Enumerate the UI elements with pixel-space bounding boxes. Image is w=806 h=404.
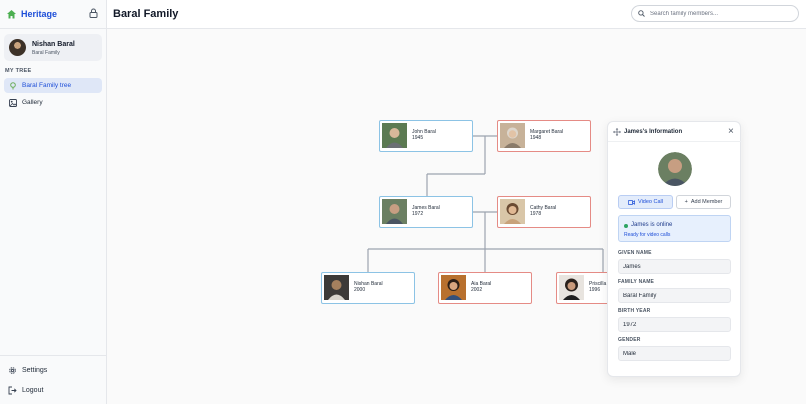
move-icon[interactable]: [613, 128, 621, 136]
sidebar-item-label: Gallery: [22, 99, 43, 106]
person-year: 1972: [412, 211, 424, 217]
divider: [0, 355, 107, 356]
page-title: Baral Family: [113, 8, 179, 20]
search-input[interactable]: [650, 10, 790, 17]
add-member-label: Add Member: [690, 199, 723, 205]
given-name-field[interactable]: [618, 259, 731, 274]
sidebar-item-family-tree[interactable]: Baral Family tree: [4, 78, 102, 93]
logout-icon: [8, 386, 17, 395]
person-photo: [559, 275, 584, 300]
logout-button[interactable]: Logout: [4, 383, 102, 398]
person-node-cathy[interactable]: Cathy Baral 1978: [497, 196, 591, 228]
family-name-label: FAMILY NAME: [618, 279, 655, 285]
video-camera-icon: [628, 199, 635, 205]
person-photo: [441, 275, 466, 300]
plus-icon: +: [684, 199, 688, 205]
family-name-field[interactable]: [618, 288, 731, 303]
gender-field[interactable]: [618, 346, 731, 361]
gear-icon: [9, 367, 16, 374]
user-subtitle: Baral Family: [32, 50, 60, 56]
video-call-label: Video Call: [638, 199, 663, 205]
brand-name: Heritage: [21, 9, 58, 19]
person-photo: [500, 123, 525, 148]
settings-button[interactable]: Settings: [4, 363, 102, 378]
divider: [0, 28, 107, 29]
online-status-text: James is online: [631, 222, 673, 228]
gender-label: GENDER: [618, 337, 641, 343]
video-call-button[interactable]: Video Call: [618, 195, 673, 209]
person-year: 1978: [530, 211, 542, 217]
add-member-button[interactable]: + Add Member: [676, 195, 731, 209]
online-status-subtext: Ready for video calls: [624, 232, 671, 238]
person-info-panel: James's Information × Video Call + Add M…: [607, 121, 742, 377]
tree-icon: [10, 81, 16, 89]
person-photo: [382, 199, 407, 224]
sidebar-item-gallery[interactable]: Gallery: [4, 95, 102, 110]
person-node-aia[interactable]: Aia Baral 2002: [438, 272, 532, 304]
search-box[interactable]: [631, 5, 799, 22]
person-year: 1948: [530, 135, 542, 141]
lock-icon[interactable]: [89, 8, 98, 18]
person-node-james[interactable]: James Baral 1972: [379, 196, 473, 228]
given-name-label: GIVEN NAME: [618, 250, 652, 256]
panel-title: James's Information: [624, 129, 683, 135]
tree-canvas[interactable]: John Baral 1945 Margaret Baral 1948 Jame…: [107, 29, 806, 404]
person-year: 2000: [354, 287, 366, 293]
person-photo-large: [658, 152, 692, 186]
person-photo: [324, 275, 349, 300]
birth-year-field[interactable]: [618, 317, 731, 332]
brand[interactable]: Heritage: [6, 7, 57, 21]
user-name: Nishan Baral: [32, 41, 75, 48]
close-icon[interactable]: ×: [728, 127, 734, 137]
person-photo: [382, 123, 407, 148]
logout-label: Logout: [22, 387, 44, 394]
person-node-john[interactable]: John Baral 1945: [379, 120, 473, 152]
person-node-margaret[interactable]: Margaret Baral 1948: [497, 120, 591, 152]
online-status-box: James is online Ready for video calls: [618, 215, 731, 242]
sidebar-item-label: Baral Family tree: [22, 82, 72, 89]
header: Baral Family: [107, 0, 806, 29]
avatar: [9, 39, 26, 56]
sidebar: Heritage Nishan Baral Baral Family MY TR…: [0, 0, 107, 404]
image-icon: [9, 98, 17, 107]
person-node-nishan[interactable]: Nishan Baral 2000: [321, 272, 415, 304]
search-icon: [638, 10, 645, 17]
section-label: MY TREE: [5, 68, 32, 74]
birth-year-label: BIRTH YEAR: [618, 308, 651, 314]
person-year: 1996: [589, 287, 601, 293]
home-tree-icon: [7, 9, 16, 18]
person-photo: [500, 199, 525, 224]
user-card[interactable]: Nishan Baral Baral Family: [4, 34, 102, 61]
person-year: 1945: [412, 135, 424, 141]
person-year: 2002: [471, 287, 483, 293]
online-dot: [624, 224, 628, 228]
settings-label: Settings: [22, 367, 48, 374]
panel-header[interactable]: James's Information ×: [608, 122, 742, 142]
